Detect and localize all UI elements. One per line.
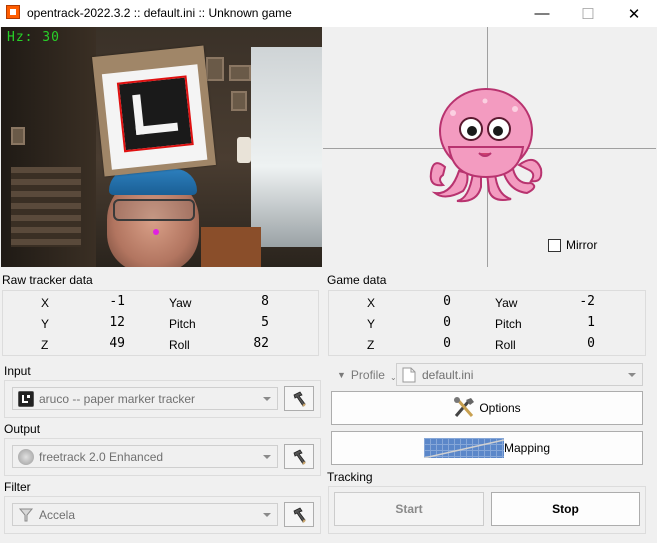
frame-rate-label: Hz: 30 <box>7 30 60 45</box>
picture-frame <box>11 127 25 145</box>
profile-select[interactable]: default.ini <box>396 363 643 386</box>
game-roll-value: 0 <box>587 336 595 351</box>
aruco-marker-pattern <box>116 75 194 153</box>
game-x-value: 0 <box>443 294 451 309</box>
camera-rug <box>201 227 261 267</box>
window-title: opentrack-2022.3.2 :: default.ini :: Unk… <box>27 6 292 20</box>
hammer-icon <box>293 448 306 465</box>
stop-button[interactable]: Stop <box>491 492 640 526</box>
camera-lamp <box>237 137 251 163</box>
tools-icon <box>454 397 475 417</box>
game-z-label: Z <box>367 338 375 352</box>
file-icon <box>402 367 416 382</box>
options-label: Options <box>479 401 521 415</box>
title-bar: opentrack-2022.3.2 :: default.ini :: Unk… <box>0 0 657 27</box>
tracking-title: Tracking <box>327 470 373 484</box>
raw-roll-label: Roll <box>169 338 190 352</box>
filter-settings-button[interactable] <box>284 502 314 527</box>
raw-pitch-value: 5 <box>261 315 269 330</box>
filter-title: Filter <box>4 480 31 494</box>
raw-yaw-label: Yaw <box>169 296 192 310</box>
picture-frame <box>229 65 251 81</box>
close-button[interactable]: ✕ <box>611 0 657 27</box>
mapping-button[interactable]: Mapping <box>331 431 643 465</box>
input-select-value: aruco -- paper marker tracker <box>39 391 196 406</box>
input-settings-button[interactable] <box>284 386 314 411</box>
start-button[interactable]: Start <box>334 492 484 526</box>
options-button[interactable]: Options <box>331 391 643 425</box>
hammer-icon <box>293 506 306 523</box>
camera-window <box>251 47 322 247</box>
game-y-value: 0 <box>443 315 451 330</box>
raw-y-label: Y <box>41 317 50 331</box>
profile-select-value: default.ini <box>422 367 474 382</box>
freetrack-icon <box>18 448 34 465</box>
triangle-down-icon: ▼ <box>337 369 346 380</box>
game-pitch-value: 1 <box>587 315 595 330</box>
raw-yaw-value: 8 <box>261 294 269 309</box>
output-settings-button[interactable] <box>284 444 314 469</box>
mirror-checkbox[interactable] <box>548 238 561 252</box>
game-yaw-value: -2 <box>579 294 595 309</box>
raw-pitch-label: Pitch <box>169 317 196 331</box>
input-select[interactable]: aruco -- paper marker tracker <box>12 387 278 410</box>
aruco-icon <box>18 390 34 407</box>
chevron-down-icon <box>628 373 636 377</box>
hammer-icon <box>293 390 306 407</box>
camera-shelf <box>11 167 81 247</box>
game-yaw-label: Yaw <box>495 296 518 310</box>
input-title: Input <box>4 364 31 378</box>
chevron-down-icon <box>263 455 271 459</box>
game-roll-label: Roll <box>495 338 516 352</box>
mirror-label: Mirror <box>566 238 598 252</box>
chevron-down-icon <box>263 513 271 517</box>
raw-tracker-title: Raw tracker data <box>2 273 93 287</box>
mirror-option[interactable]: Mirror <box>548 238 597 252</box>
filter-select[interactable]: Accela <box>12 503 278 526</box>
game-data-panel: X 0 Yaw -2 Y 0 Pitch 1 Z 0 Roll 0 <box>328 290 646 356</box>
game-pitch-label: Pitch <box>495 317 522 331</box>
mapping-curve-icon <box>423 438 504 458</box>
output-select[interactable]: freetrack 2.0 Enhanced <box>12 445 278 468</box>
picture-frame <box>231 91 247 111</box>
accela-icon <box>18 507 34 523</box>
raw-x-value: -1 <box>109 294 125 309</box>
pose-preview <box>323 27 656 267</box>
octopus-icon <box>429 88 543 203</box>
output-title: Output <box>4 422 41 436</box>
raw-x-label: X <box>41 296 50 310</box>
raw-y-value: 12 <box>109 315 125 330</box>
raw-z-label: Z <box>41 338 49 352</box>
profile-label: Profile <box>350 367 385 382</box>
game-z-value: 0 <box>443 336 451 351</box>
minimize-button[interactable]: — <box>519 0 565 27</box>
app-icon <box>6 5 20 19</box>
picture-frame <box>206 57 224 81</box>
game-y-label: Y <box>367 317 376 331</box>
output-select-value: freetrack 2.0 Enhanced <box>39 449 164 464</box>
raw-z-value: 49 <box>109 336 125 351</box>
game-data-title: Game data <box>327 273 387 287</box>
filter-select-value: Accela <box>39 507 76 522</box>
game-x-label: X <box>367 296 376 310</box>
chevron-down-icon <box>263 397 271 401</box>
tracking-point <box>153 229 159 235</box>
user-glasses <box>113 199 195 221</box>
raw-tracker-panel: X -1 Yaw 8 Y 12 Pitch 5 Z 49 Roll 82 <box>2 290 319 356</box>
aruco-marker <box>92 45 216 177</box>
profile-menu-button[interactable]: ▼ Profile ⌄ <box>337 367 397 383</box>
mapping-label: Mapping <box>503 441 551 455</box>
maximize-button[interactable]: ☐ <box>565 0 611 27</box>
raw-roll-value: 82 <box>253 336 269 351</box>
camera-feed: Hz: 30 <box>1 27 322 267</box>
